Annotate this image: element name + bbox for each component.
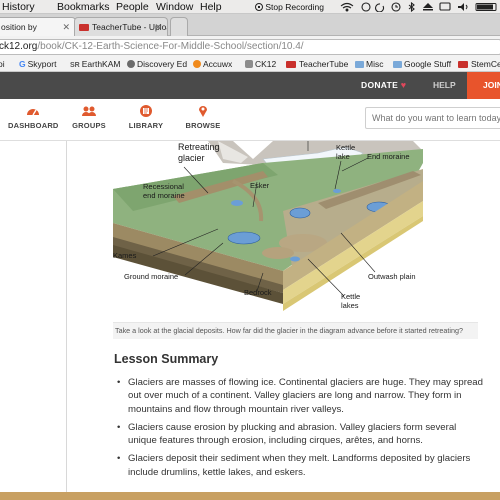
label-outwash-plain: Outwash plain [368,272,416,281]
nav-library[interactable]: LIBRARY [124,104,168,130]
join-button[interactable]: JOIN [467,72,500,99]
label-esker: Esker [250,181,270,190]
help-link[interactable]: HELP [433,72,456,99]
label-kames: Kames [113,251,137,260]
menu-help[interactable]: Help [200,0,222,14]
browse-pin-icon [199,106,207,117]
list-item: Glaciers cause erosion by plucking and a… [114,421,484,448]
dock-edge [0,492,500,500]
screen-icon[interactable] [439,2,451,11]
mac-menu-bar: History Bookmarks People Window Help Sto… [0,0,500,14]
url-path: /book/CK-12-Earth-Science-For-Middle-Sch… [37,41,304,52]
label-ground-moraine: Ground moraine [124,272,179,281]
bookmark-accuwx[interactable]: Accuwx [193,57,232,72]
bluetooth-icon[interactable] [408,2,415,12]
address-bar-row: ck12.org/book/CK-12-Earth-Science-For-Mi… [0,36,500,57]
folder-icon [393,61,402,68]
teachertube-icon [79,24,89,32]
bookmarks-bar: oi G Skyport SR EarthKAM Discovery Ed Accu… [0,57,500,72]
menu-history[interactable]: History [2,0,35,14]
bookmark-discovery-ed[interactable]: Discovery Ed [127,57,187,72]
volume-icon[interactable] [458,3,468,11]
menu-bookmarks[interactable]: Bookmarks [57,0,110,14]
earthkam-icon: SR [70,62,80,69]
bookmark-earthkam[interactable]: SR EarthKAM [70,57,120,73]
wifi-icon[interactable] [340,2,354,12]
lesson-summary-list: Glaciers are masses of flowing ice. Cont… [114,376,484,484]
cloud-icon[interactable] [361,2,371,12]
nav-label: DASHBOARD [8,121,59,130]
donate-link[interactable]: DONATE ♥ [361,72,406,99]
content-divider [66,141,67,500]
site-top-bar: DONATE ♥ HELP JOIN [0,72,500,99]
url-host: ck12.org [0,41,38,52]
bookmark-folder-google-stuff[interactable]: Google Stuff [393,57,451,72]
tab-ck12-active[interactable]: osition by ✕ [0,17,76,36]
folder-icon [355,61,364,68]
list-item: Glaciers deposit their sediment when the… [114,452,484,479]
label-kettle-lake: Kettle lake [336,143,356,161]
sync-icon[interactable] [374,3,385,12]
nav-dashboard[interactable]: DASHBOARD [8,104,58,130]
label-kettle-lakes: Kettle lakes [341,292,361,310]
stop-recording-label: Stop Recording [265,2,324,12]
list-item: Glaciers are masses of flowing ice. Cont… [114,376,484,416]
dashboard-icon [27,109,39,116]
glacial-deposits-figure: Retreating glacier Kettle lake End moraine… [113,141,478,322]
nav-label: LIBRARY [128,121,164,130]
bookmark-teachertube[interactable]: TeacherTube [286,57,348,72]
teachertube-icon [286,61,296,69]
label-bedrock: Bedrock [244,288,272,297]
nav-label: GROUPS [72,121,106,130]
close-tab-icon[interactable]: ✕ [154,18,162,36]
menu-window[interactable]: Window [156,0,193,14]
label-recessional-end-moraine: Recessional end moraine [143,182,185,200]
close-tab-icon[interactable]: ✕ [62,18,70,36]
google-icon: G [19,59,26,69]
search-input[interactable] [365,107,500,129]
discovery-icon [127,60,135,68]
menu-tray-icons [340,2,497,12]
bookmark-skyport[interactable]: G Skyport [19,57,56,72]
new-tab-button[interactable] [170,17,188,36]
accuweather-icon [193,60,201,68]
stop-recording-item[interactable]: Stop Recording [255,0,324,14]
history-clock-icon[interactable] [391,2,401,12]
eject-icon[interactable] [423,3,433,11]
record-stop-icon [255,3,263,11]
label-retreating-glacier: Retreating glacier [178,142,220,163]
figure-caption: Take a look at the glacial deposits. How… [113,322,478,339]
bookmark-stemcell[interactable]: StemCell [458,57,500,72]
tab-teachertube[interactable]: TeacherTube - Upload ✕ [74,17,168,36]
battery-icon[interactable] [475,3,497,11]
nav-groups[interactable]: GROUPS [68,104,110,130]
menu-people[interactable]: People [116,0,149,14]
heart-icon: ♥ [400,80,407,90]
lesson-summary-heading: Lesson Summary [114,352,219,366]
bookmark-cut-off[interactable]: oi [0,57,5,72]
stemcell-icon [458,61,468,69]
browser-tab-strip: osition by ✕ TeacherTube - Upload ✕ [0,14,500,36]
address-bar[interactable]: ck12.org/book/CK-12-Earth-Science-For-Mi… [0,39,500,55]
ck12-icon [245,60,253,68]
glacier-block-diagram [113,141,478,322]
library-icon [140,105,152,117]
nav-browse[interactable]: BROWSE [180,104,226,130]
tab-label: osition by [1,22,37,32]
nav-label: BROWSE [185,121,221,130]
bookmark-folder-misc[interactable]: Misc [355,57,383,72]
label-end-moraine: End moraine [367,152,410,161]
bookmark-ck12[interactable]: CK12 [245,57,276,72]
groups-icon [82,106,96,116]
